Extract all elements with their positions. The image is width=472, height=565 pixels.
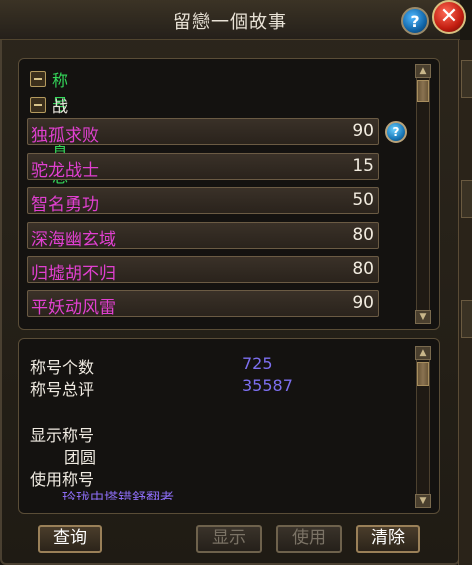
scroll-up-icon[interactable]: ▲ — [415, 346, 431, 360]
list-scrollbar[interactable] — [416, 66, 430, 322]
scroll-down-icon[interactable]: ▼ — [415, 494, 431, 508]
scroll-down-icon[interactable]: ▼ — [415, 310, 431, 324]
display-title-label: 显示称号 — [30, 426, 95, 445]
info-scroll-thumb[interactable] — [417, 362, 429, 386]
list-scroll-thumb[interactable] — [417, 80, 429, 102]
list-item[interactable]: 独孤求败 90 — [27, 118, 379, 146]
title-score-label: 称号总评 — [30, 380, 95, 399]
title-count-label: 称号个数 — [30, 358, 95, 377]
item-name: 驼龙战士 — [31, 161, 99, 181]
title-count-value: 725 — [242, 354, 273, 373]
item-value: 80 — [352, 225, 374, 245]
collapse-icon[interactable] — [30, 97, 46, 113]
item-name: 智名勇功 — [31, 195, 99, 215]
window-title: 留戀一個故事 — [173, 12, 287, 33]
use-title-label: 使用称号 — [30, 470, 95, 489]
show-button[interactable]: 显示 — [196, 525, 262, 553]
item-value: 90 — [352, 121, 374, 141]
side-panel-edge — [458, 40, 472, 565]
display-title-value: 团圆 — [64, 448, 97, 467]
item-name: 归墟胡不归 — [31, 264, 116, 284]
help-icon[interactable]: ? — [385, 121, 407, 143]
item-name: 深海幽玄域 — [31, 230, 116, 250]
use-button[interactable]: 使用 — [276, 525, 342, 553]
help-icon[interactable]: ? — [401, 7, 429, 35]
item-value: 15 — [352, 156, 374, 176]
item-value: 50 — [352, 190, 374, 210]
item-value: 80 — [352, 259, 374, 279]
collapse-icon[interactable] — [30, 71, 46, 87]
list-item[interactable]: 深海幽玄域 80 — [27, 222, 379, 250]
query-button[interactable]: 查询 — [38, 525, 102, 553]
list-item[interactable]: 归墟胡不归 80 — [27, 256, 379, 284]
list-item[interactable]: 智名勇功 50 — [27, 187, 379, 215]
item-name: 平妖动风雷 — [31, 298, 116, 318]
scroll-up-icon[interactable]: ▲ — [415, 64, 431, 78]
item-value: 90 — [352, 293, 374, 313]
clear-button[interactable]: 清除 — [356, 525, 420, 553]
use-title-value: 玲珑中塔错舒翻者 — [62, 491, 174, 500]
list-item[interactable]: 平妖动风雷 90 — [27, 290, 379, 318]
list-item[interactable]: 驼龙战士 15 — [27, 153, 379, 181]
item-name: 独孤求败 — [31, 126, 99, 146]
close-icon[interactable]: ✕ — [432, 0, 466, 34]
title-score-value: 35587 — [242, 376, 293, 395]
